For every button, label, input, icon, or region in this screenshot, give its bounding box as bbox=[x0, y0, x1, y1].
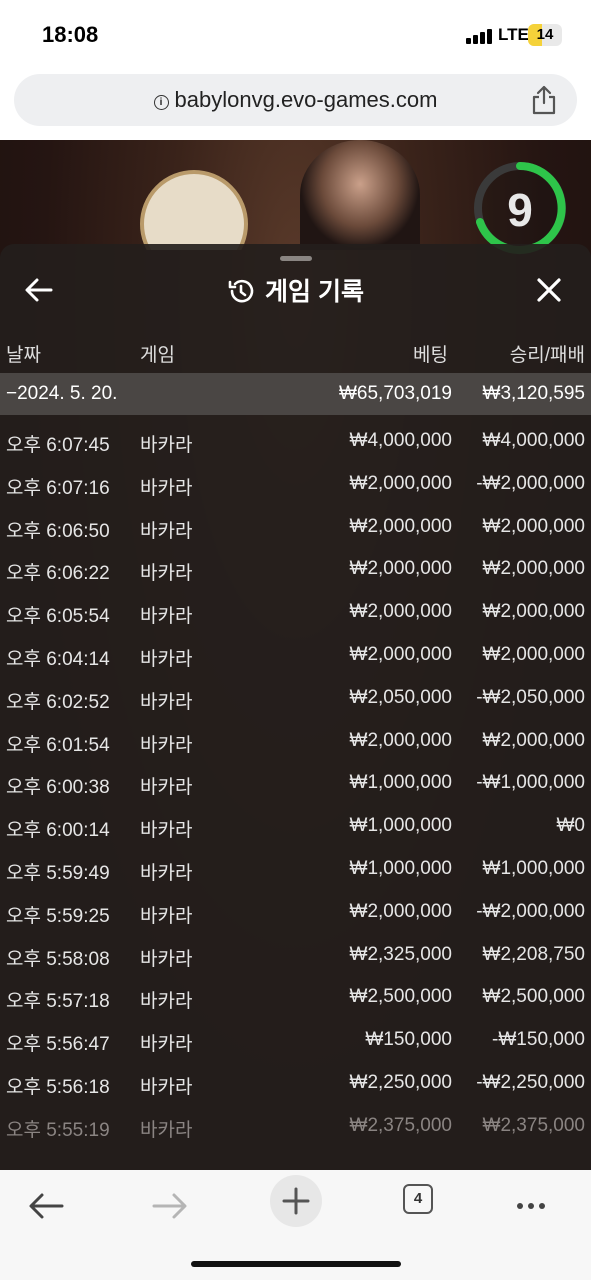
history-icon bbox=[228, 279, 254, 303]
network-type: LTE bbox=[498, 25, 529, 44]
history-row[interactable]: 오후 6:04:14 바카라 ₩2,000,000 ₩2,000,000 bbox=[0, 633, 591, 676]
history-row[interactable]: 오후 6:02:52 바카라 ₩2,050,000 -₩2,050,000 bbox=[0, 676, 591, 719]
more-icon[interactable] bbox=[517, 1196, 550, 1214]
history-row[interactable]: 오후 5:59:25 바카라 ₩2,000,000 -₩2,000,000 bbox=[0, 890, 591, 933]
status-time: 18:08 bbox=[42, 22, 99, 47]
history-row[interactable]: 오후 6:06:50 바카라 ₩2,000,000 ₩2,000,000 bbox=[0, 505, 591, 548]
history-row[interactable]: 오후 5:58:08 바카라 ₩2,325,000 ₩2,208,750 bbox=[0, 933, 591, 976]
signal-icon bbox=[466, 28, 494, 44]
panel-title: 게임 기록 bbox=[265, 278, 364, 306]
history-row[interactable]: 오후 6:00:14 바카라 ₩1,000,000 ₩0 bbox=[0, 804, 591, 847]
history-row[interactable]: 오후 6:07:45 바카라 ₩4,000,000 ₩4,000,000 bbox=[0, 419, 591, 462]
column-header-date: 날짜 bbox=[6, 345, 41, 366]
history-list: 오후 6:07:45 바카라 ₩4,000,000 ₩4,000,000 오후 6:0… bbox=[0, 419, 591, 1147]
home-indicator bbox=[191, 1261, 401, 1267]
battery-icon: 14 bbox=[528, 24, 562, 46]
panel-header: 게임 기록 bbox=[0, 262, 591, 318]
dealer-video bbox=[300, 140, 420, 250]
history-row[interactable]: 오후 5:56:18 바카라 ₩2,250,000 -₩2,250,000 bbox=[0, 1061, 591, 1104]
summary-winloss: ₩3,120,595 bbox=[482, 383, 585, 404]
url-text: babylonvg.evo-games.com bbox=[174, 87, 438, 112]
status-bar: 18:08 LTE 14 bbox=[0, 0, 591, 70]
browser-back-icon[interactable] bbox=[22, 1182, 70, 1230]
history-row[interactable]: 오후 6:07:16 바카라 ₩2,000,000 -₩2,000,000 bbox=[0, 462, 591, 505]
history-row[interactable]: 오후 6:05:54 바카라 ₩2,000,000 ₩2,000,000 bbox=[0, 590, 591, 633]
history-row[interactable]: 오후 5:56:47 바카라 ₩150,000 -₩150,000 bbox=[0, 1018, 591, 1061]
history-row[interactable]: 오후 6:06:22 바카라 ₩2,000,000 ₩2,000,000 bbox=[0, 547, 591, 590]
column-header-bet: 베팅 bbox=[413, 345, 448, 366]
countdown-number: 9 bbox=[507, 184, 533, 236]
browser-forward-icon[interactable] bbox=[146, 1182, 194, 1230]
summary-bet: ₩65,703,019 bbox=[338, 383, 452, 404]
casino-logo bbox=[140, 170, 248, 250]
history-row[interactable]: 오후 6:01:54 바카라 ₩2,000,000 ₩2,000,000 bbox=[0, 719, 591, 762]
tabs-icon[interactable]: 4 bbox=[403, 1184, 433, 1214]
column-header-winloss: 승리/패배 bbox=[509, 345, 585, 366]
battery-level: 14 bbox=[536, 26, 554, 43]
date-summary-row[interactable]: −2024. 5. 20. ₩65,703,019 ₩3,120,595 bbox=[0, 373, 591, 415]
share-icon[interactable] bbox=[531, 85, 557, 115]
drag-handle[interactable] bbox=[280, 256, 312, 261]
plus-icon[interactable] bbox=[282, 1187, 310, 1215]
close-icon[interactable] bbox=[535, 276, 563, 304]
history-row[interactable]: 오후 6:00:38 바카라 ₩1,000,000 -₩1,000,000 bbox=[0, 761, 591, 804]
history-row[interactable]: 오후 5:55:19 바카라 ₩2,375,000 ₩2,375,000 bbox=[0, 1104, 591, 1147]
history-row[interactable]: 오후 5:59:49 바카라 ₩1,000,000 ₩1,000,000 bbox=[0, 847, 591, 890]
summary-date: −2024. 5. 20. bbox=[6, 383, 118, 404]
address-bar[interactable]: i babylonvg.evo-games.com bbox=[14, 74, 577, 126]
info-icon[interactable]: i bbox=[153, 95, 169, 110]
column-header-game: 게임 bbox=[140, 345, 175, 366]
history-row[interactable]: 오후 5:57:18 바카라 ₩2,500,000 ₩2,500,000 bbox=[0, 975, 591, 1018]
